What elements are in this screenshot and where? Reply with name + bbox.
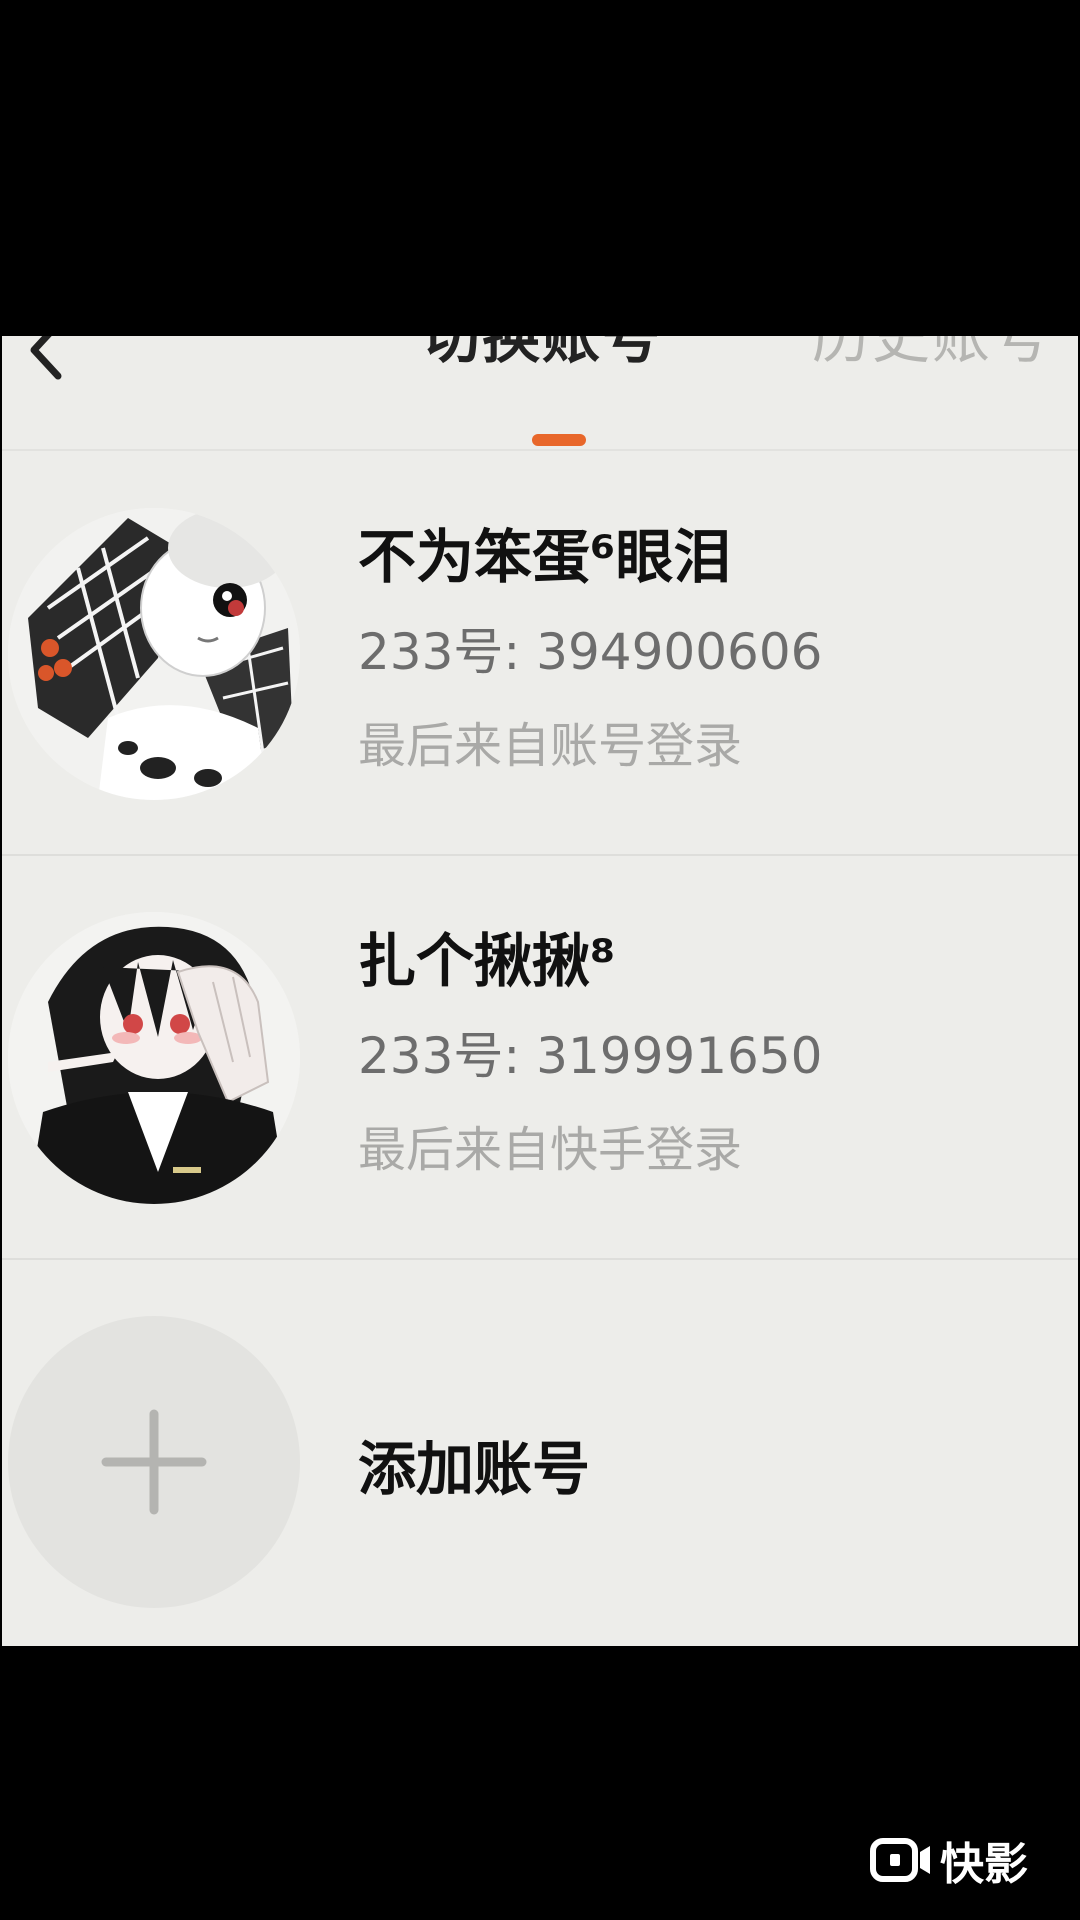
nav-divider: [2, 449, 1078, 451]
kuaiying-logo-icon: [870, 1838, 930, 1882]
account-name: 扎个揪揪⁸: [358, 927, 616, 995]
add-account-label: 添加账号: [358, 1435, 591, 1503]
anime-avatar-plaid-hood: [8, 508, 300, 800]
tab-switch-account[interactable]: 切换账号: [422, 336, 662, 374]
anime-avatar-black-suit: [8, 912, 300, 1204]
add-account-button[interactable]: [8, 1316, 300, 1608]
watermark-label: 快影: [940, 1839, 1028, 1890]
account-switch-screen: 切换账号 历史账号 不为笨蛋⁶眼泪 233号: 394900606 最后来自账号…: [2, 336, 1078, 1646]
tab-history-account[interactable]: 历史账号: [812, 336, 1052, 374]
phone-frame: 切换账号 历史账号 不为笨蛋⁶眼泪 233号: 394900606 最后来自账号…: [0, 0, 1080, 1920]
account-row[interactable]: 不为笨蛋⁶眼泪 233号: 394900606 最后来自账号登录: [2, 452, 1078, 854]
add-account-row[interactable]: 添加账号: [2, 1260, 1078, 1646]
active-tab-indicator: [532, 434, 586, 446]
login-source: 最后来自账号登录: [358, 718, 743, 774]
plus-icon: [101, 1409, 207, 1515]
back-button[interactable]: [16, 336, 76, 380]
account-row[interactable]: 扎个揪揪⁸ 233号: 319991650 最后来自快手登录: [2, 856, 1078, 1258]
account-name: 不为笨蛋⁶眼泪: [358, 523, 732, 591]
avatar: [8, 912, 300, 1204]
account-id: 233号: 394900606: [358, 623, 823, 681]
account-id: 233号: 319991650: [358, 1027, 823, 1085]
chevron-left-icon: [30, 336, 62, 380]
kuaiying-watermark: 快影: [870, 1832, 1028, 1890]
top-nav: 切换账号 历史账号: [2, 336, 1078, 451]
login-source: 最后来自快手登录: [358, 1122, 743, 1178]
avatar: [8, 508, 300, 800]
